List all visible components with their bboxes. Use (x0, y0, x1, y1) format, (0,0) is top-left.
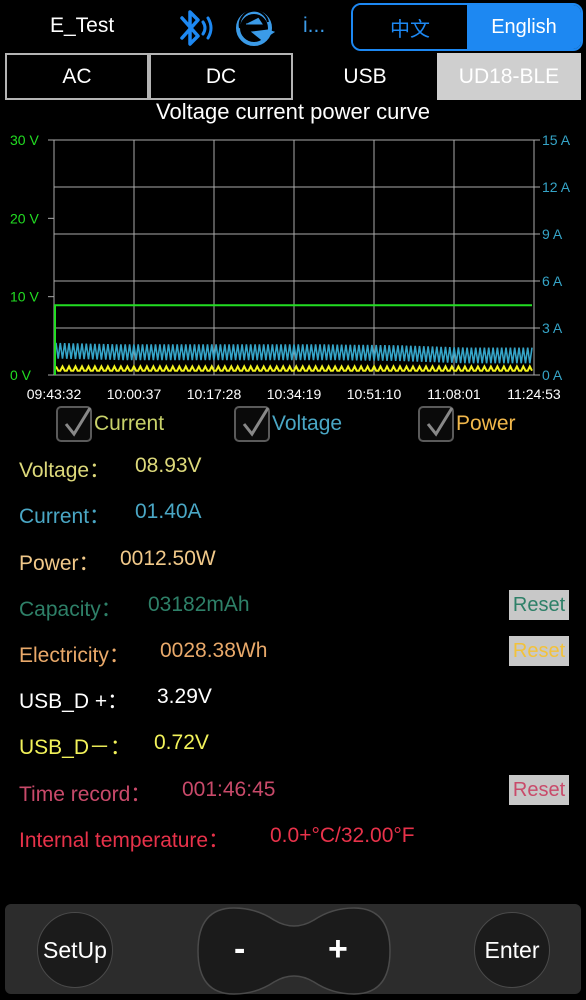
usb-d-plus-value: 3.29V (157, 685, 212, 708)
app-title: E_Test (50, 14, 115, 37)
current-row: Current： (19, 500, 110, 530)
power-value: 0012.50W (120, 547, 216, 570)
x-tick-label: 09:43:32 (27, 386, 82, 402)
legend-current[interactable]: Current (56, 404, 164, 444)
power-label: Power： (19, 552, 100, 575)
current-value: 01.40A (135, 500, 202, 523)
y-right-tick-label: 0 A (542, 367, 563, 383)
time-record-reset-button[interactable]: Reset (509, 775, 569, 805)
language-english-button[interactable]: English (467, 5, 581, 49)
tab-ac[interactable]: AC (5, 53, 149, 100)
chart-title: Voltage current power curve (156, 99, 430, 124)
x-axis: 09:43:32 10:00:37 10:17:28 10:34:19 10:51:10… (27, 386, 561, 402)
tab-dc[interactable]: DC (149, 53, 293, 100)
time-record-label: Time record： (19, 783, 152, 806)
check-icon (426, 407, 454, 437)
y-left-tick-label: 20 V (10, 210, 39, 226)
voltage-row: Voltage： (19, 454, 110, 484)
y-right-tick-label: 3 A (542, 320, 563, 336)
usb-d-plus-row: USB_D +： (19, 685, 128, 715)
x-tick-label: 11:24:53 (507, 386, 561, 402)
check-icon (242, 407, 270, 437)
electricity-reset-button[interactable]: Reset (509, 636, 569, 666)
temperature-row: Internal temperature： (19, 824, 229, 854)
power-row: Power： (19, 547, 100, 577)
x-tick-label: 10:34:19 (267, 386, 322, 402)
chart-grid (53, 139, 535, 376)
legend-voltage[interactable]: Voltage (234, 404, 342, 444)
electricity-label: Electricity： (19, 644, 130, 667)
adjust-pill (197, 907, 391, 995)
setup-button[interactable]: SetUp (37, 912, 113, 988)
x-tick-label: 11:08:01 (427, 386, 481, 402)
voltage-value: 08.93V (135, 454, 202, 477)
plus-button[interactable]: + (328, 930, 348, 969)
y-left-tick-label: 10 V (10, 289, 39, 305)
x-tick-label: 10:17:28 (187, 386, 242, 402)
y-right-tick-label: 15 A (542, 132, 571, 148)
y-right-tick-label: 12 A (542, 179, 571, 195)
capacity-reset-button[interactable]: Reset (509, 590, 569, 620)
minus-button[interactable]: - (234, 930, 245, 969)
language-chinese-button[interactable]: 中文 (353, 5, 467, 49)
check-icon (64, 407, 92, 437)
electricity-row: Electricity： (19, 639, 130, 669)
tab-usb[interactable]: USB (293, 53, 437, 100)
y-left-tick-label: 0 V (10, 367, 32, 383)
checkbox-current[interactable] (56, 406, 92, 442)
bluetooth-icon[interactable] (172, 6, 220, 50)
y-right-tick-label: 9 A (542, 226, 563, 242)
time-record-row: Time record： (19, 778, 151, 808)
y-right-tick-label: 6 A (542, 273, 563, 289)
x-tick-label: 10:51:10 (347, 386, 402, 402)
enter-button[interactable]: Enter (474, 912, 550, 988)
device-tabs: AC DC USB UD18-BLE (5, 53, 581, 100)
temperature-label: Internal temperature： (19, 829, 230, 852)
usb-d-minus-value: 0.72V (154, 731, 209, 754)
voltage-label: Voltage： (19, 459, 111, 482)
legend-current-label: Current (94, 412, 165, 435)
x-tick-label: 10:00:37 (107, 386, 162, 402)
electricity-value: 0028.38Wh (160, 639, 268, 662)
legend-power[interactable]: Power (418, 404, 516, 444)
info-label[interactable]: i... (303, 14, 325, 38)
usb-d-minus-label: USB_D－： (19, 736, 132, 759)
y-left-tick-label: 30 V (10, 132, 39, 148)
capacity-value: 03182mAh (148, 593, 250, 616)
usb-d-minus-row: USB_D－： (19, 731, 131, 761)
checkbox-power[interactable] (418, 406, 454, 442)
y-axis-left: 30 V 20 V 10 V 0 V (10, 132, 54, 383)
capacity-row: Capacity： (19, 593, 122, 623)
language-toggle: 中文 English (351, 3, 583, 51)
legend-voltage-label: Voltage (272, 412, 343, 435)
capacity-label: Capacity： (19, 598, 122, 621)
sync-icon[interactable] (232, 6, 282, 50)
current-label: Current： (19, 505, 111, 528)
tab-ud18-ble[interactable]: UD18-BLE (437, 53, 581, 100)
time-record-value: 001:46:45 (182, 778, 276, 801)
legend-power-label: Power (456, 412, 516, 435)
checkbox-voltage[interactable] (234, 406, 270, 442)
usb-d-plus-label: USB_D +： (19, 690, 129, 713)
temperature-value: 0.0+°C/32.00°F (270, 824, 415, 847)
y-axis-right: 15 A 12 A 9 A 6 A 3 A 0 A (534, 132, 571, 383)
voltage-current-power-chart: 30 V 20 V 10 V 0 V 15 A 12 A 9 A 6 A 3 A 0 A 09:… (10, 132, 571, 402)
